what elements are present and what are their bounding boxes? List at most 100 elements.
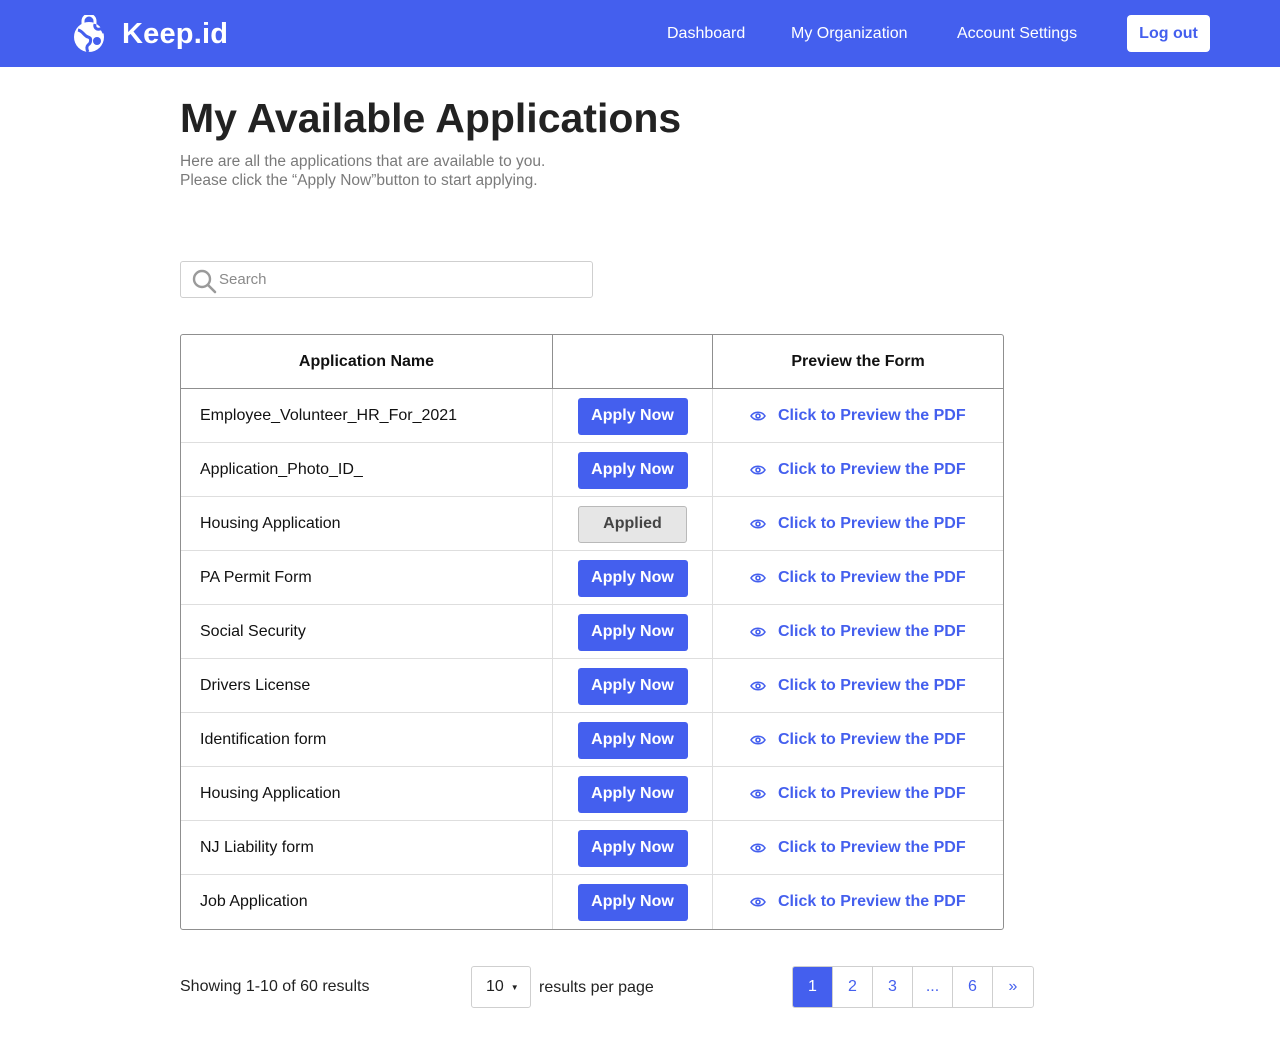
nav-my-organization[interactable]: My Organization bbox=[791, 0, 908, 67]
preview-pdf-link[interactable]: Click to Preview the PDF bbox=[750, 839, 966, 857]
page-button[interactable]: 2 bbox=[833, 967, 873, 1007]
preview-pdf-label: Click to Preview the PDF bbox=[778, 407, 966, 424]
preview-pdf-link[interactable]: Click to Preview the PDF bbox=[750, 515, 966, 533]
application-name: Employee_Volunteer_HR_For_2021 bbox=[181, 389, 553, 443]
preview-pdf-label: Click to Preview the PDF bbox=[778, 461, 966, 478]
eye-icon bbox=[750, 681, 766, 691]
page-ellipsis: ... bbox=[913, 967, 953, 1007]
eye-icon bbox=[750, 627, 766, 637]
caret-down-icon: ▼ bbox=[510, 982, 519, 992]
preview-pdf-label: Click to Preview the PDF bbox=[778, 893, 966, 910]
page-button[interactable]: 3 bbox=[873, 967, 913, 1007]
top-navbar: Keep.id Dashboard My Organization Accoun… bbox=[0, 0, 1280, 67]
page-button[interactable]: 1 bbox=[793, 967, 833, 1007]
apply-now-button[interactable]: Apply Now bbox=[577, 667, 688, 705]
table-row: Application_Photo_ID_ Apply Now Click to P… bbox=[181, 443, 1003, 497]
apply-now-button[interactable]: Apply Now bbox=[577, 829, 688, 867]
brand[interactable]: Keep.id bbox=[72, 14, 228, 54]
table-row: Employee_Volunteer_HR_For_2021 Apply Now C… bbox=[181, 389, 1003, 443]
search-input[interactable] bbox=[219, 262, 589, 297]
preview-pdf-label: Click to Preview the PDF bbox=[778, 731, 966, 748]
page-button[interactable]: 6 bbox=[953, 967, 993, 1007]
preview-cell: Click to Preview the PDF bbox=[713, 659, 1003, 713]
preview-cell: Click to Preview the PDF bbox=[713, 713, 1003, 767]
table-row: Job Application Apply Now Click to Preview… bbox=[181, 875, 1003, 929]
applications-table: Application Name Preview the Form Employ… bbox=[180, 334, 1004, 930]
preview-pdf-label: Click to Preview the PDF bbox=[778, 569, 966, 586]
apply-now-button[interactable]: Apply Now bbox=[577, 559, 688, 597]
preview-pdf-link[interactable]: Click to Preview the PDF bbox=[750, 623, 966, 641]
application-name: Drivers License bbox=[181, 659, 553, 713]
logout-button[interactable]: Log out bbox=[1127, 15, 1210, 52]
apply-now-button[interactable]: Apply Now bbox=[577, 883, 688, 921]
nav-dashboard[interactable]: Dashboard bbox=[667, 0, 745, 67]
action-cell: Apply Now bbox=[553, 551, 713, 605]
preview-cell: Click to Preview the PDF bbox=[713, 551, 1003, 605]
applied-button[interactable]: Applied bbox=[578, 505, 687, 543]
preview-pdf-link[interactable]: Click to Preview the PDF bbox=[750, 677, 966, 695]
preview-pdf-link[interactable]: Click to Preview the PDF bbox=[750, 407, 966, 425]
eye-icon bbox=[750, 519, 766, 529]
pagination: 1 2 3... 6» bbox=[792, 966, 1034, 1008]
application-name: PA Permit Form bbox=[181, 551, 553, 605]
application-name: Application_Photo_ID_ bbox=[181, 443, 553, 497]
preview-pdf-link[interactable]: Click to Preview the PDF bbox=[750, 569, 966, 587]
action-cell: Apply Now bbox=[553, 875, 713, 929]
application-name: Social Security bbox=[181, 605, 553, 659]
application-name: Housing Application bbox=[181, 767, 553, 821]
action-cell: Apply Now bbox=[553, 659, 713, 713]
keepid-logo-icon bbox=[74, 15, 106, 53]
application-name: Job Application bbox=[181, 875, 553, 929]
apply-now-button[interactable]: Apply Now bbox=[577, 451, 688, 489]
table-row: Identification form Apply Now Click to Pre… bbox=[181, 713, 1003, 767]
page-title: My Available Applications bbox=[180, 95, 682, 141]
preview-pdf-link[interactable]: Click to Preview the PDF bbox=[750, 785, 966, 803]
eye-icon bbox=[750, 897, 766, 907]
nav-account-settings-label: Account Settings bbox=[957, 24, 1078, 42]
table-row: PA Permit Form Apply Now Click to Preview … bbox=[181, 551, 1003, 605]
per-page-value: 10 bbox=[486, 978, 504, 995]
preview-cell: Click to Preview the PDF bbox=[713, 821, 1003, 875]
per-page-select[interactable]: 10 ▼ bbox=[471, 966, 531, 1008]
next-page-button[interactable]: » bbox=[993, 967, 1033, 1007]
apply-now-button[interactable]: Apply Now bbox=[577, 397, 688, 435]
table-row: NJ Liability form Apply Now Click to Previ… bbox=[181, 821, 1003, 875]
nav-dashboard-label: Dashboard bbox=[667, 24, 746, 42]
preview-pdf-link[interactable]: Click to Preview the PDF bbox=[750, 893, 966, 911]
preview-pdf-label: Click to Preview the PDF bbox=[778, 785, 966, 802]
search-icon bbox=[192, 269, 217, 294]
preview-cell: Click to Preview the PDF bbox=[713, 767, 1003, 821]
nav-my-organization-label: My Organization bbox=[791, 24, 908, 42]
subtitle-line-1: Here are all the applications that are a… bbox=[180, 153, 546, 170]
action-cell: Apply Now bbox=[553, 821, 713, 875]
application-name: Identification form bbox=[181, 713, 553, 767]
preview-pdf-link[interactable]: Click to Preview the PDF bbox=[750, 461, 966, 479]
preview-cell: Click to Preview the PDF bbox=[713, 497, 1003, 551]
nav-account-settings[interactable]: Account Settings bbox=[957, 0, 1077, 67]
apply-now-button[interactable]: Apply Now bbox=[577, 613, 688, 651]
column-header-application-name: Application Name bbox=[181, 335, 553, 388]
search-box bbox=[180, 261, 593, 298]
preview-cell: Click to Preview the PDF bbox=[713, 875, 1003, 929]
preview-pdf-label: Click to Preview the PDF bbox=[778, 677, 966, 694]
preview-cell: Click to Preview the PDF bbox=[713, 605, 1003, 659]
action-cell: Apply Now bbox=[553, 713, 713, 767]
eye-icon bbox=[750, 789, 766, 799]
preview-cell: Click to Preview the PDF bbox=[713, 389, 1003, 443]
column-header-action bbox=[553, 335, 713, 388]
apply-now-button[interactable]: Apply Now bbox=[577, 721, 688, 759]
eye-icon bbox=[750, 465, 766, 475]
results-summary: Showing 1-10 of 60 results bbox=[180, 978, 370, 995]
table-header: Application Name Preview the Form bbox=[181, 335, 1003, 389]
eye-icon bbox=[750, 411, 766, 421]
table-row: Housing Application Apply Now Click to Pre… bbox=[181, 767, 1003, 821]
action-cell: Apply Now bbox=[553, 767, 713, 821]
action-cell: Apply Now bbox=[553, 443, 713, 497]
preview-pdf-label: Click to Preview the PDF bbox=[778, 839, 966, 856]
apply-now-button[interactable]: Apply Now bbox=[577, 775, 688, 813]
action-cell: Applied bbox=[553, 497, 713, 551]
per-page-label: results per page bbox=[539, 979, 654, 996]
preview-pdf-label: Click to Preview the PDF bbox=[778, 515, 966, 532]
eye-icon bbox=[750, 573, 766, 583]
preview-pdf-link[interactable]: Click to Preview the PDF bbox=[750, 731, 966, 749]
